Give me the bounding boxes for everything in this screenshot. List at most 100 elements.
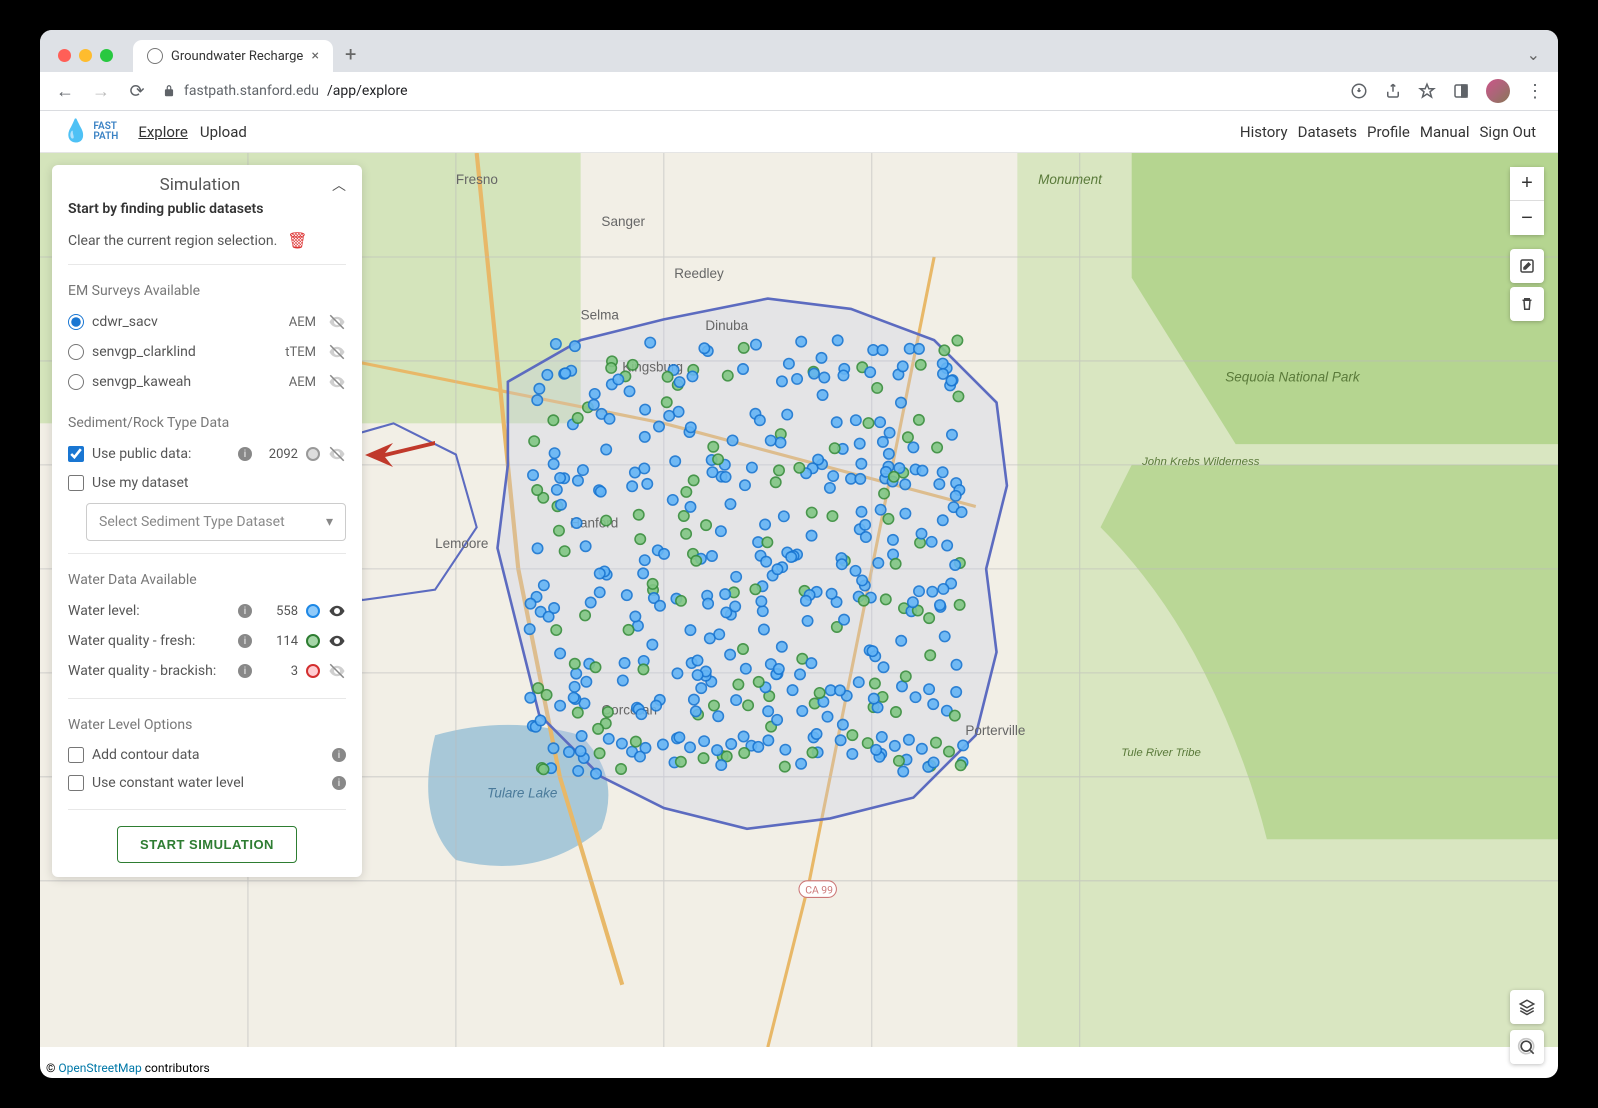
survey-label[interactable]: cdwr_sacv (92, 314, 281, 330)
url-path: /app/explore (327, 83, 408, 99)
trash-icon[interactable]: 🗑 (287, 231, 307, 250)
browser-tab[interactable]: Groundwater Recharge × (133, 40, 333, 72)
survey-type: AEM (289, 375, 316, 390)
water-level-label: Water level: (68, 603, 230, 619)
survey-row: senvgp_clarklind tTEM (68, 337, 346, 367)
svg-text:Tulare Lake: Tulare Lake (487, 786, 557, 801)
svg-text:Sanger: Sanger (601, 214, 645, 229)
share-icon[interactable] (1384, 82, 1402, 100)
svg-text:Monument: Monument (1038, 172, 1103, 187)
collapse-panel-icon[interactable]: ︿ (332, 175, 346, 195)
use-my-label[interactable]: Use my dataset (92, 475, 346, 491)
address-bar[interactable]: fastpath.stanford.edu/app/explore (162, 83, 1336, 99)
forward-button[interactable]: → (90, 81, 112, 102)
info-icon[interactable]: i (238, 634, 252, 648)
nav-history[interactable]: History (1240, 123, 1288, 141)
simulation-panel: Simulation ︿ Start by finding public dat… (52, 165, 362, 877)
nav-signout[interactable]: Sign Out (1480, 123, 1536, 141)
info-icon[interactable]: i (238, 664, 252, 678)
panel-title: Simulation (68, 175, 332, 195)
visibility-off-icon[interactable] (328, 662, 346, 680)
svg-text:Sequoia National Park: Sequoia National Park (1225, 370, 1361, 385)
info-icon[interactable]: i (238, 447, 252, 461)
nav-datasets[interactable]: Datasets (1298, 123, 1357, 141)
maximize-window-icon[interactable] (100, 49, 113, 62)
search-map-button[interactable] (1510, 1030, 1544, 1064)
svg-text:Selma: Selma (581, 307, 620, 322)
use-my-checkbox[interactable] (68, 475, 84, 491)
nav-profile[interactable]: Profile (1367, 123, 1410, 141)
zoom-control: + − (1510, 167, 1544, 235)
red-dot-icon (306, 664, 320, 678)
svg-text:CA 99: CA 99 (805, 883, 833, 896)
bookmark-icon[interactable] (1418, 82, 1436, 100)
zoom-out-button[interactable]: − (1510, 201, 1544, 235)
survey-radio-senvgp-clarklind[interactable] (68, 344, 84, 360)
add-contour-label[interactable]: Add contour data (92, 747, 324, 763)
survey-radio-cdwr-sacv[interactable] (68, 314, 84, 330)
svg-text:Reedley: Reedley (674, 266, 724, 281)
water-brackish-count: 3 (260, 664, 298, 679)
visibility-on-icon[interactable] (328, 632, 346, 650)
install-icon[interactable] (1350, 82, 1368, 100)
use-public-label[interactable]: Use public data: (92, 446, 230, 462)
back-button[interactable]: ← (54, 81, 76, 102)
sediment-dataset-select[interactable]: Select Sediment Type Dataset ▾ (86, 503, 346, 541)
use-constant-checkbox[interactable] (68, 775, 84, 791)
app-header: 💧 FASTPATH Explore Upload History Datase… (40, 111, 1558, 153)
edit-region-button[interactable] (1510, 249, 1544, 283)
survey-radio-senvgp-kaweah[interactable] (68, 374, 84, 390)
profile-avatar[interactable] (1486, 79, 1510, 103)
tabs-chevron-icon[interactable]: ⌄ (1527, 45, 1540, 64)
map-attribution: © OpenStreetMap contributors (42, 1060, 214, 1076)
start-simulation-button[interactable]: START SIMULATION (117, 826, 297, 863)
clear-region-label: Clear the current region selection. (68, 233, 277, 249)
use-constant-label[interactable]: Use constant water level (92, 775, 324, 791)
survey-type: tTEM (285, 345, 316, 360)
window-controls (58, 49, 113, 62)
delete-region-button[interactable] (1510, 287, 1544, 321)
em-surveys-title: EM Surveys Available (68, 283, 346, 299)
svg-text:Lemoore: Lemoore (435, 536, 488, 551)
use-public-checkbox[interactable] (68, 446, 84, 462)
info-icon[interactable]: i (238, 604, 252, 618)
water-fresh-count: 114 (260, 634, 298, 649)
survey-label[interactable]: senvgp_clarklind (92, 344, 277, 360)
blue-dot-icon (306, 604, 320, 618)
reload-button[interactable]: ⟳ (126, 81, 148, 102)
visibility-on-icon[interactable] (328, 602, 346, 620)
nav-upload[interactable]: Upload (200, 123, 247, 141)
osm-link[interactable]: OpenStreetMap (58, 1061, 141, 1075)
info-icon[interactable]: i (332, 776, 346, 790)
add-contour-checkbox[interactable] (68, 747, 84, 763)
lock-icon (162, 84, 176, 98)
info-icon[interactable]: i (332, 748, 346, 762)
grey-dot-icon (306, 447, 320, 461)
nav-explore[interactable]: Explore (138, 123, 188, 141)
nav-manual[interactable]: Manual (1420, 123, 1470, 141)
svg-text:Dinuba: Dinuba (705, 318, 748, 333)
green-dot-icon (306, 634, 320, 648)
options-title: Water Level Options (68, 717, 346, 733)
water-fresh-row: Water quality - fresh: i 114 (68, 626, 346, 656)
menu-icon[interactable]: ⋮ (1526, 81, 1544, 102)
extensions-icon[interactable] (1452, 82, 1470, 100)
app-logo[interactable]: 💧 FASTPATH (62, 119, 118, 144)
water-level-row: Water level: i 558 (68, 596, 346, 626)
zoom-in-button[interactable]: + (1510, 167, 1544, 201)
visibility-off-icon[interactable] (328, 445, 346, 463)
use-constant-row: Use constant water level i (68, 769, 346, 797)
url-host: fastpath.stanford.edu (184, 83, 319, 99)
visibility-off-icon[interactable] (328, 313, 346, 331)
close-tab-icon[interactable]: × (312, 48, 319, 64)
visibility-off-icon[interactable] (328, 373, 346, 391)
use-my-row: Use my dataset (68, 469, 346, 497)
minimize-window-icon[interactable] (79, 49, 92, 62)
close-window-icon[interactable] (58, 49, 71, 62)
water-brackish-row: Water quality - brackish: i 3 (68, 656, 346, 686)
visibility-off-icon[interactable] (328, 343, 346, 361)
survey-label[interactable]: senvgp_kaweah (92, 374, 281, 390)
layers-button[interactable] (1510, 990, 1544, 1024)
use-public-row: Use public data: i 2092 (68, 439, 346, 469)
new-tab-button[interactable]: + (345, 42, 356, 66)
